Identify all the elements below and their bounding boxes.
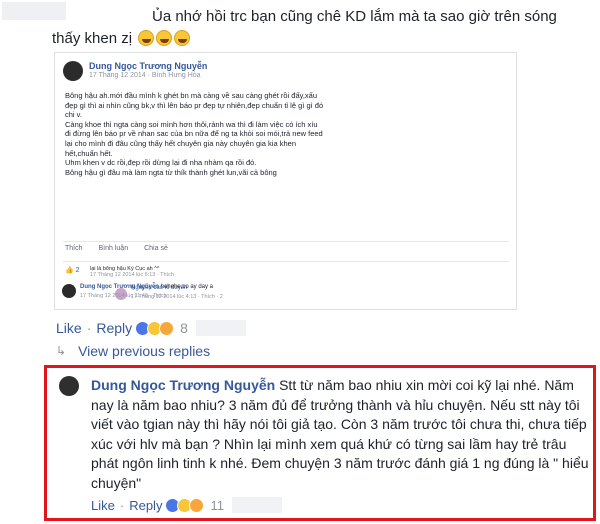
separator: ·	[119, 497, 125, 513]
laughing-emoji-icon	[174, 30, 191, 46]
like-button[interactable]: Like	[56, 320, 82, 336]
view-previous-replies-label: View previous replies	[78, 343, 211, 359]
reply-arrow-icon: ↳	[56, 344, 67, 358]
wow-reaction-icon	[189, 497, 205, 513]
laughing-emoji-icon	[138, 30, 155, 46]
top-comment-text: Ủa nhớ hồi trc bạn cũng chê KD lắm mà ta…	[52, 6, 592, 50]
like-icon: 👍	[65, 267, 74, 274]
highlighted-reply-actions: Like · Reply 11	[91, 497, 282, 513]
avatar	[62, 284, 76, 298]
embedded-reply-meta: 17 Tháng 12 2014 lúc 6:13 · Thích	[90, 272, 174, 278]
embedded-post-author: Dung Ngọc Trương Nguyễn	[89, 61, 208, 71]
view-previous-replies[interactable]: ↳ View previous replies	[56, 342, 210, 360]
top-comment-line1: Ủa nhớ hồi trc bạn cũng chê KD lắm mà ta…	[152, 8, 557, 25]
embedded-like-action: Thích	[65, 245, 83, 252]
reaction-icons[interactable]	[165, 497, 205, 513]
top-comment-line2: thấy khen zị	[52, 30, 133, 47]
avatar	[63, 61, 83, 81]
highlighted-reply-text: Stt từ năm bao nhiu xin mời coi kỹ lại n…	[91, 377, 589, 491]
comment-actions: Like · Reply 8	[56, 318, 246, 338]
embedded-post-text: Bông hậu ah.mới đầu mình k ghét bn mà cà…	[65, 91, 324, 177]
like-button[interactable]: Like	[91, 498, 115, 513]
embedded-reply: lại là bông hậu Kỳ Cục ah ^^ 17 Tháng 12…	[90, 266, 174, 278]
embedded-post-meta: 17 Tháng 12 2014 · Bình Hưng Hòa	[89, 72, 201, 79]
reply-button[interactable]: Reply	[129, 498, 162, 513]
avatar[interactable]	[59, 376, 79, 396]
embedded-reply-author-meta: 17 Tháng 12 2014 lúc 11:40 · Thích	[80, 293, 167, 299]
reaction-count[interactable]: 8	[180, 320, 188, 336]
embedded-reply-author-name: Dung Ngọc Trương Nguyễn	[80, 284, 159, 290]
embedded-reaction-number: 2	[75, 267, 80, 274]
embedded-reply-author-text: hehehe,co ay day a	[160, 284, 213, 290]
wow-reaction-icon	[159, 320, 175, 336]
laughing-emoji-icon	[156, 30, 173, 46]
blurred-region	[195, 320, 246, 336]
top-comment: Ủa nhớ hồi trc bạn cũng chê KD lắm mà ta…	[0, 0, 600, 56]
blurred-region	[231, 497, 282, 513]
embedded-comment-action: Bình luận	[98, 245, 129, 252]
highlighted-reply-content: Dung Ngọc Trương Nguyễn Stt từ năm bao n…	[91, 376, 591, 493]
divider	[63, 261, 509, 262]
divider	[63, 241, 509, 242]
embedded-post-actions: Thích Bình luận Chia sẻ	[65, 245, 168, 252]
reaction-count[interactable]: 11	[210, 498, 224, 513]
highlighted-reply: Dung Ngọc Trương Nguyễn Stt từ năm bao n…	[44, 365, 596, 521]
reply-button[interactable]: Reply	[96, 320, 132, 336]
reaction-icons[interactable]	[135, 320, 175, 336]
highlighted-reply-author[interactable]: Dung Ngọc Trương Nguyễn	[91, 377, 275, 393]
separator: ·	[86, 320, 92, 336]
embedded-share-action: Chia sẻ	[144, 245, 168, 252]
embedded-reaction-count: 👍 2	[65, 266, 80, 274]
embedded-post-body: Bông hậu ah.mới đầu mình k ghét bn mà cà…	[65, 91, 385, 177]
